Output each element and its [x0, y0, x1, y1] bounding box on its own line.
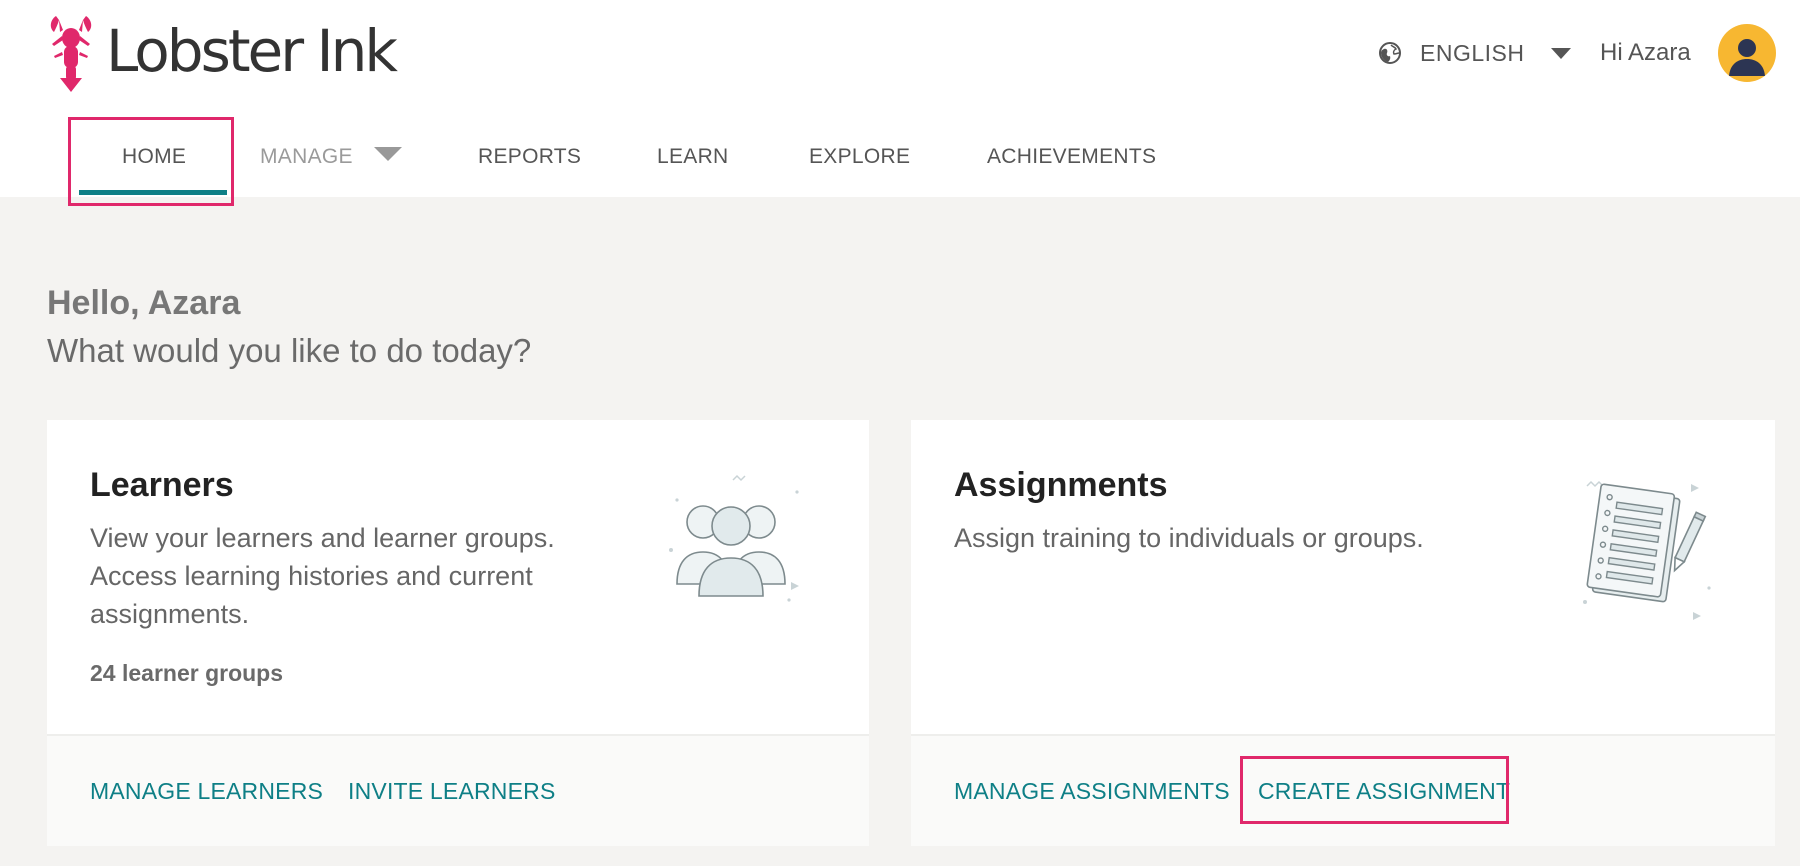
learners-card: Learners View your learners and learner …	[47, 420, 869, 846]
header-user-area: ENGLISH Hi Azara	[0, 24, 1800, 82]
nav-tab-reports[interactable]: REPORTS	[478, 145, 581, 169]
nav-tab-manage[interactable]: MANAGE	[260, 145, 353, 169]
language-selector-label[interactable]: ENGLISH	[1420, 40, 1524, 67]
globe-icon[interactable]	[1378, 41, 1402, 65]
welcome-heading: Hello, Azara	[47, 284, 241, 322]
chevron-down-icon[interactable]	[374, 147, 402, 161]
manage-learners-link[interactable]: MANAGE LEARNERS	[90, 778, 323, 805]
card-description: View your learners and learner groups. A…	[90, 523, 555, 629]
top-header: Lobster Ink ENGLISH Hi Azara HOME MANAGE…	[0, 0, 1800, 206]
invite-learners-link[interactable]: INVITE LEARNERS	[348, 778, 556, 805]
user-avatar-icon	[1729, 39, 1765, 76]
main-nav: HOME MANAGE REPORTS LEARN EXPLORE ACHIEV…	[0, 117, 1800, 206]
welcome-subheading: What would you like to do today?	[47, 332, 532, 369]
nav-tab-achievements[interactable]: ACHIEVEMENTS	[987, 145, 1156, 169]
manage-assignments-link[interactable]: MANAGE ASSIGNMENTS	[954, 778, 1230, 805]
card-description: Assign training to individuals or groups…	[954, 523, 1424, 553]
highlight-box-home	[68, 117, 234, 206]
chevron-down-icon[interactable]	[1551, 48, 1571, 59]
card-title: Learners	[90, 466, 234, 504]
avatar[interactable]	[1718, 24, 1776, 82]
card-title: Assignments	[954, 466, 1168, 504]
user-greeting[interactable]: Hi Azara	[1600, 39, 1691, 67]
people-group-icon	[669, 474, 799, 602]
highlight-box-create-assignment	[1240, 756, 1509, 824]
nav-tab-explore[interactable]: EXPLORE	[809, 145, 910, 169]
notepad-pencil-icon	[1583, 480, 1711, 620]
nav-tab-learn[interactable]: LEARN	[657, 145, 729, 169]
assignments-card: Assignments Assign training to individua…	[911, 420, 1775, 846]
learner-groups-count: 24 learner groups	[90, 660, 284, 686]
